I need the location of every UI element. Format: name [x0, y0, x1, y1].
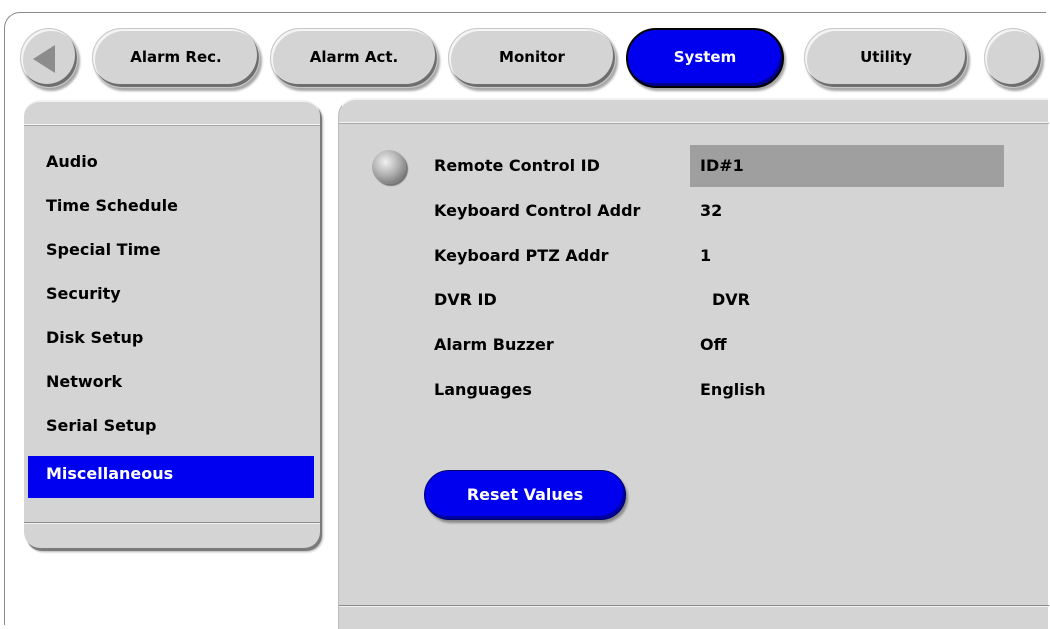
- tab-alarm-act[interactable]: Alarm Act.: [270, 28, 438, 88]
- tab-monitor[interactable]: Monitor: [448, 28, 616, 88]
- alarm-buzzer-label: Alarm Buzzer: [434, 335, 554, 354]
- keyboard-ptz-addr-value[interactable]: 1: [700, 246, 711, 265]
- remote-control-id-label: Remote Control ID: [434, 156, 600, 175]
- sidebar-item-special-time[interactable]: Special Time: [28, 232, 314, 274]
- keyboard-control-addr-value[interactable]: 32: [700, 201, 722, 220]
- reset-values-button[interactable]: Reset Values: [424, 470, 626, 520]
- sidebar-item-security[interactable]: Security: [28, 276, 314, 318]
- tab-utility[interactable]: Utility: [804, 28, 968, 88]
- sidebar-item-miscellaneous[interactable]: Miscellaneous: [28, 456, 314, 498]
- sidebar-item-network[interactable]: Network: [28, 364, 314, 406]
- tab-system[interactable]: System: [626, 28, 784, 88]
- sidebar-item-disk-setup[interactable]: Disk Setup: [28, 320, 314, 362]
- sidebar-item-time-schedule[interactable]: Time Schedule: [28, 188, 314, 230]
- left-arrow-icon: [33, 45, 55, 73]
- panel-bottom-divider: [339, 605, 1049, 607]
- keyboard-control-addr-label: Keyboard Control Addr: [434, 201, 641, 220]
- sidebar-bottom-divider: [24, 522, 320, 524]
- languages-value[interactable]: English: [700, 380, 766, 399]
- alarm-buzzer-value[interactable]: Off: [700, 335, 727, 354]
- panel-top-divider: [339, 122, 1049, 124]
- tab-alarm-rec[interactable]: Alarm Rec.: [92, 28, 260, 88]
- cursor-ball-icon: [372, 150, 406, 184]
- remote-control-id-value[interactable]: ID#1: [700, 156, 744, 175]
- next-button[interactable]: [984, 28, 1042, 88]
- sidebar-item-audio[interactable]: Audio: [28, 144, 314, 186]
- dvr-id-label: DVR ID: [434, 290, 497, 309]
- keyboard-ptz-addr-label: Keyboard PTZ Addr: [434, 246, 609, 265]
- languages-label: Languages: [434, 380, 532, 399]
- sidebar: Audio Time Schedule Special Time Securit…: [24, 100, 320, 548]
- dvr-id-value[interactable]: DVR: [712, 290, 750, 309]
- sidebar-item-serial-setup[interactable]: Serial Setup: [28, 408, 314, 450]
- sidebar-top-divider: [24, 124, 320, 126]
- back-button[interactable]: [20, 28, 78, 88]
